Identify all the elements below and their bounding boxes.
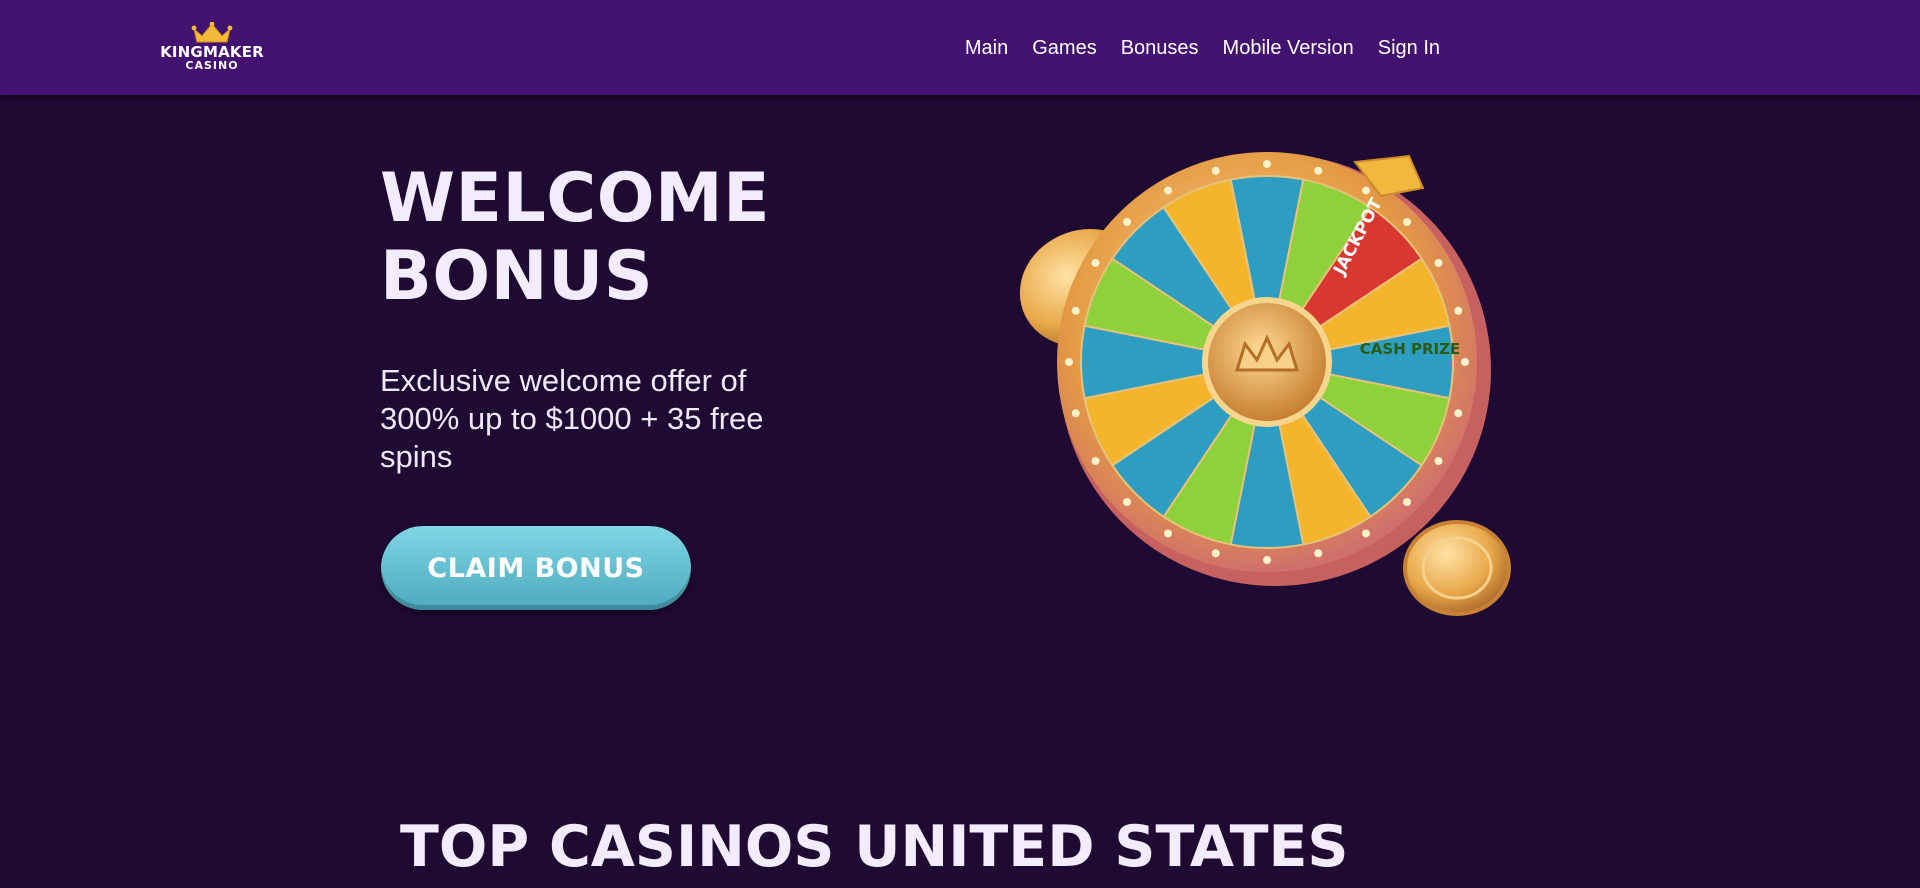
wheel-bulb xyxy=(1122,217,1131,226)
wheel-bulb xyxy=(1065,358,1073,366)
top-navigation-bar: KINGMAKER CASINO Main Games Bonuses Mobi… xyxy=(0,0,1920,95)
main-nav: Main Games Bonuses Mobile Version Sign I… xyxy=(965,36,1440,60)
hero-title-line-2: BONUS xyxy=(380,237,654,316)
wheel-bulb xyxy=(1211,549,1220,558)
wheel-bulb xyxy=(1263,556,1271,564)
wheel-bulb xyxy=(1362,529,1370,538)
wheel-bulb xyxy=(1362,186,1370,195)
wheel-bulb xyxy=(1211,166,1220,175)
wheel-bulb xyxy=(1434,457,1443,465)
wheel-bulb xyxy=(1091,457,1100,465)
crown-icon xyxy=(191,22,233,43)
nav-link-bonuses[interactable]: Bonuses xyxy=(1121,36,1199,60)
wheel-bulb xyxy=(1164,529,1172,538)
wheel-bulb xyxy=(1091,259,1100,267)
wheel-bulb xyxy=(1314,549,1323,558)
logo-text-kingmaker: KINGMAKER xyxy=(160,43,264,61)
nav-link-mobile-version[interactable]: Mobile Version xyxy=(1223,36,1354,60)
wheel-bulb xyxy=(1454,306,1463,315)
wheel-bulb xyxy=(1461,358,1469,366)
prize-wheel-svg: JACKPOT CASH PRIZE xyxy=(1019,152,1511,616)
section-title-top-casinos: TOP CASINOS UNITED STATES xyxy=(400,814,1349,880)
wheel-bulb xyxy=(1122,498,1131,507)
wheel-bulb xyxy=(1164,186,1172,195)
wheel-bulb xyxy=(1403,498,1412,507)
wheel-label-cash-prize: CASH PRIZE xyxy=(1360,340,1460,358)
hero-title: WELCOME BONUS xyxy=(380,160,900,316)
nav-link-sign-in[interactable]: Sign In xyxy=(1378,36,1440,60)
wheel-bulb xyxy=(1403,217,1412,226)
wheel-bulb xyxy=(1314,166,1323,175)
hero-title-line-1: WELCOME xyxy=(380,159,771,238)
svg-text:CASH PRIZE: CASH PRIZE xyxy=(1360,340,1460,358)
wheel-bulb xyxy=(1434,259,1443,267)
wheel-bulb xyxy=(1263,160,1271,168)
nav-link-games[interactable]: Games xyxy=(1032,36,1096,60)
kingmaker-casino-logo[interactable]: KINGMAKER CASINO xyxy=(157,22,267,74)
wheel-bulb xyxy=(1071,306,1080,315)
hero-subtitle: Exclusive welcome offer of 300% up to $1… xyxy=(380,363,764,474)
nav-link-main[interactable]: Main xyxy=(965,36,1008,60)
prize-wheel-illustration: JACKPOT CASH PRIZE xyxy=(1005,148,1525,628)
wheel-bulb xyxy=(1071,409,1080,418)
claim-bonus-button[interactable]: CLAIM BONUS xyxy=(381,526,691,610)
wheel-bulb xyxy=(1454,409,1463,418)
logo-text-casino: CASINO xyxy=(185,59,239,72)
front-coin xyxy=(1403,520,1511,616)
